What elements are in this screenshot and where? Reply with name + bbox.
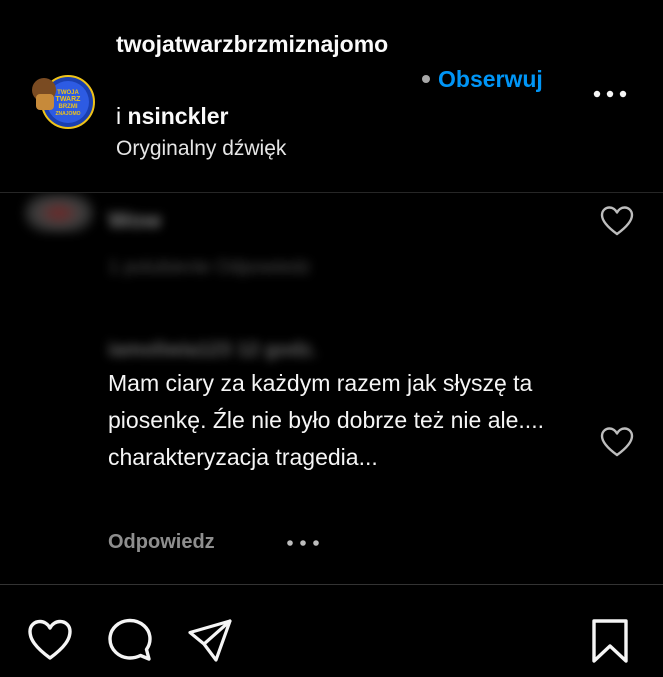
- bookmark-icon[interactable]: [586, 617, 634, 665]
- follow-label[interactable]: Obserwuj: [438, 64, 543, 94]
- comment-meta: 1 polubienie Odpowiedz: [108, 257, 311, 278]
- post-header: TWOJA TWARZ BRZMI ZNAJOMO twojatwarzbrzm…: [0, 0, 663, 193]
- like-comment-heart-icon[interactable]: [600, 205, 634, 239]
- like-comment-heart-icon[interactable]: [600, 426, 634, 460]
- svg-text:TWARZ: TWARZ: [56, 96, 82, 103]
- comment-icon[interactable]: [106, 617, 154, 665]
- comment-text: Mam ciary za każdym razem jak słyszę ta …: [108, 370, 544, 470]
- profile-avatar[interactable]: TWOJA TWARZ BRZMI ZNAJOMO: [30, 64, 96, 130]
- coauthor-line: i nsinckler: [116, 98, 229, 134]
- coauthor-username[interactable]: nsinckler: [128, 103, 229, 129]
- svg-text:ZNAJOMO: ZNAJOMO: [56, 111, 81, 117]
- audio-label[interactable]: Oryginalny dźwięk: [116, 136, 286, 162]
- comment-text: Wow: [108, 207, 162, 233]
- comment-username[interactable]: iamoliwia123 12 godz.: [108, 339, 317, 362]
- commenter-avatar: [24, 193, 94, 233]
- action-bar: [0, 584, 663, 677]
- svg-text:BRZMI: BRZMI: [59, 104, 78, 110]
- more-options-icon[interactable]: [593, 88, 627, 100]
- heart-icon[interactable]: [26, 617, 74, 665]
- separator-dot: [422, 75, 430, 83]
- comment-more-icon[interactable]: [286, 538, 320, 548]
- follow-button[interactable]: Obserwuj: [422, 64, 543, 94]
- coauthor-prefix: i: [116, 103, 122, 129]
- share-icon[interactable]: [186, 617, 234, 665]
- post-username[interactable]: twojatwarzbrzmiznajomo: [116, 26, 416, 62]
- comments-section: Wow 1 polubienie Odpowiedz iamoliwia123 …: [0, 193, 663, 583]
- reply-button[interactable]: Odpowiedz: [108, 531, 215, 554]
